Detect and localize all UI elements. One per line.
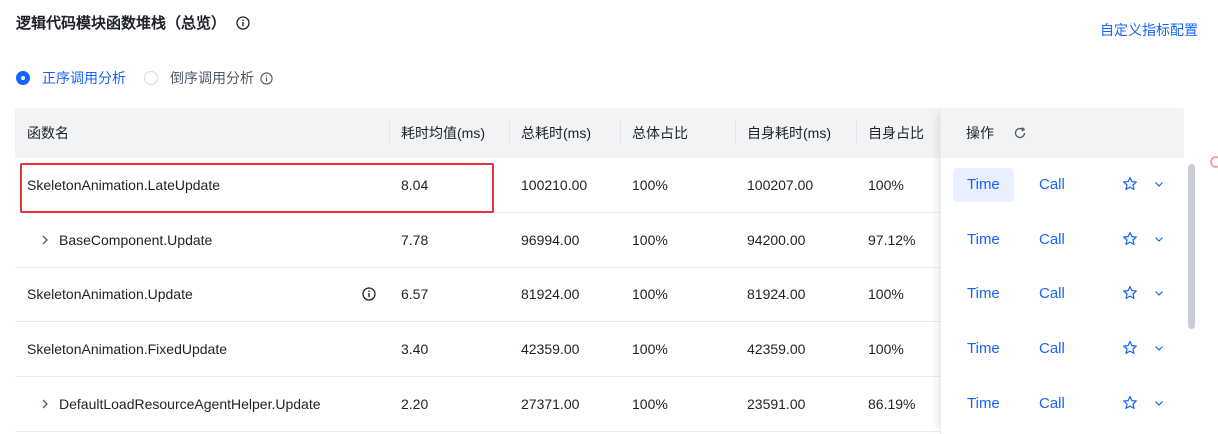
self-time-cell: 94200.00 (747, 231, 806, 248)
chevron-down-icon[interactable] (1153, 178, 1165, 190)
refresh-icon[interactable] (1013, 126, 1027, 140)
analysis-mode-radio-group: 正序调用分析 倒序调用分析 (16, 68, 291, 88)
column-header-avg-time[interactable]: 耗时均值(ms) (389, 108, 485, 158)
star-icon[interactable] (1122, 395, 1138, 411)
avg-time-cell: 6.57 (401, 286, 429, 303)
self-ratio-cell: 86.19% (868, 395, 916, 412)
total-ratio-cell: 100% (632, 286, 668, 303)
function-name-text: SkeletonAnimation.Update (27, 286, 193, 303)
call-button[interactable]: Call (1025, 387, 1079, 421)
column-header-function-name[interactable]: 函数名 (15, 108, 69, 158)
radio-checked-icon (16, 71, 30, 85)
total-time-cell: 100210.00 (521, 177, 588, 193)
column-header-self-ratio[interactable]: 自身占比 (856, 108, 924, 158)
actions-header-label: 操作 (966, 125, 994, 141)
vertical-scrollbar[interactable] (1184, 160, 1198, 434)
avg-time-cell: 7.78 (401, 231, 429, 248)
total-ratio-cell: 100% (632, 177, 668, 193)
total-ratio-cell: 100% (632, 341, 668, 358)
chevron-right-icon[interactable] (39, 398, 51, 410)
star-icon[interactable] (1122, 285, 1138, 301)
self-ratio-cell: 100% (868, 286, 904, 303)
avg-time-cell: 2.20 (401, 395, 429, 412)
column-header-self-time[interactable]: 自身耗时(ms) (735, 108, 831, 158)
chevron-down-icon[interactable] (1153, 287, 1165, 299)
self-ratio-cell: 97.12% (868, 231, 916, 248)
function-name-text: SkeletonAnimation.LateUpdate (27, 177, 221, 193)
total-time-cell: 96994.00 (521, 231, 580, 248)
page-title: 逻辑代码模块函数堆栈（总览） (16, 15, 227, 32)
self-time-cell: 81924.00 (747, 286, 806, 303)
call-button[interactable]: Call (1025, 332, 1079, 366)
radio-label: 正序调用分析 (42, 70, 126, 86)
time-button[interactable]: Time (953, 223, 1014, 257)
total-ratio-cell: 100% (632, 231, 668, 248)
chevron-down-icon[interactable] (1153, 342, 1165, 354)
total-time-cell: 27371.00 (521, 395, 580, 412)
actions-header: 操作 (941, 108, 1184, 158)
function-name-cell: SkeletonAnimation.Update (15, 267, 193, 322)
star-icon[interactable] (1122, 340, 1138, 356)
radio-label: 倒序调用分析 (170, 70, 254, 86)
total-time-cell: 81924.00 (521, 286, 580, 303)
function-name-text: BaseComponent.Update (59, 231, 213, 248)
info-circle-icon[interactable] (362, 287, 376, 302)
radio-forward-analysis[interactable]: 正序调用分析 (16, 68, 126, 88)
scrollbar-thumb[interactable] (1188, 164, 1195, 329)
function-name-cell: SkeletonAnimation.FixedUpdate (15, 322, 227, 377)
info-circle-icon[interactable] (260, 71, 273, 85)
self-ratio-cell: 100% (868, 177, 904, 193)
avg-time-cell: 3.40 (401, 341, 429, 358)
chevron-down-icon[interactable] (1153, 233, 1165, 245)
function-name-cell: SkeletonAnimation.LateUpdate (15, 158, 220, 213)
chevron-down-icon[interactable] (1153, 397, 1165, 409)
self-time-cell: 42359.00 (747, 341, 806, 358)
function-name-text: DefaultLoadResourceAgentHelper.Update (59, 395, 321, 412)
call-button[interactable]: Call (1025, 223, 1079, 257)
page: 逻辑代码模块函数堆栈（总览） 自定义指标配置 正序调用分析 倒序调用分析 函数名 (0, 0, 1218, 434)
star-icon[interactable] (1122, 176, 1138, 192)
avg-time-cell: 8.04 (401, 177, 429, 193)
edge-indicator (1210, 156, 1218, 168)
call-button[interactable]: Call (1025, 168, 1079, 202)
time-button[interactable]: Time (953, 168, 1014, 202)
function-stack-table: 函数名 耗时均值(ms) 总耗时(ms) 总体占比 自身耗时(ms) 自身占比 … (15, 108, 1184, 434)
self-ratio-cell: 100% (868, 341, 904, 358)
column-header-total-ratio[interactable]: 总体占比 (620, 108, 688, 158)
column-header-total-time[interactable]: 总耗时(ms) (509, 108, 591, 158)
chevron-right-icon[interactable] (39, 234, 51, 246)
info-circle-icon[interactable] (236, 15, 250, 30)
title-row: 逻辑代码模块函数堆栈（总览） (16, 12, 250, 33)
self-time-cell: 100207.00 (747, 177, 814, 193)
time-button[interactable]: Time (953, 387, 1014, 421)
radio-reverse-analysis[interactable]: 倒序调用分析 (144, 68, 273, 88)
custom-metrics-link[interactable]: 自定义指标配置 (1100, 20, 1198, 40)
total-time-cell: 42359.00 (521, 341, 580, 358)
actions-column: 操作 Time Call Time Call Time Call Time Call Time C… (940, 108, 1184, 434)
time-button[interactable]: Time (953, 332, 1014, 366)
total-ratio-cell: 100% (632, 395, 668, 412)
self-time-cell: 23591.00 (747, 395, 806, 412)
function-name-text: SkeletonAnimation.FixedUpdate (27, 341, 228, 358)
function-name-cell: BaseComponent.Update (27, 213, 212, 268)
time-button[interactable]: Time (953, 277, 1014, 311)
function-name-cell: DefaultLoadResourceAgentHelper.Update (27, 377, 321, 432)
radio-unchecked-icon (144, 71, 158, 85)
call-button[interactable]: Call (1025, 277, 1079, 311)
star-icon[interactable] (1122, 231, 1138, 247)
